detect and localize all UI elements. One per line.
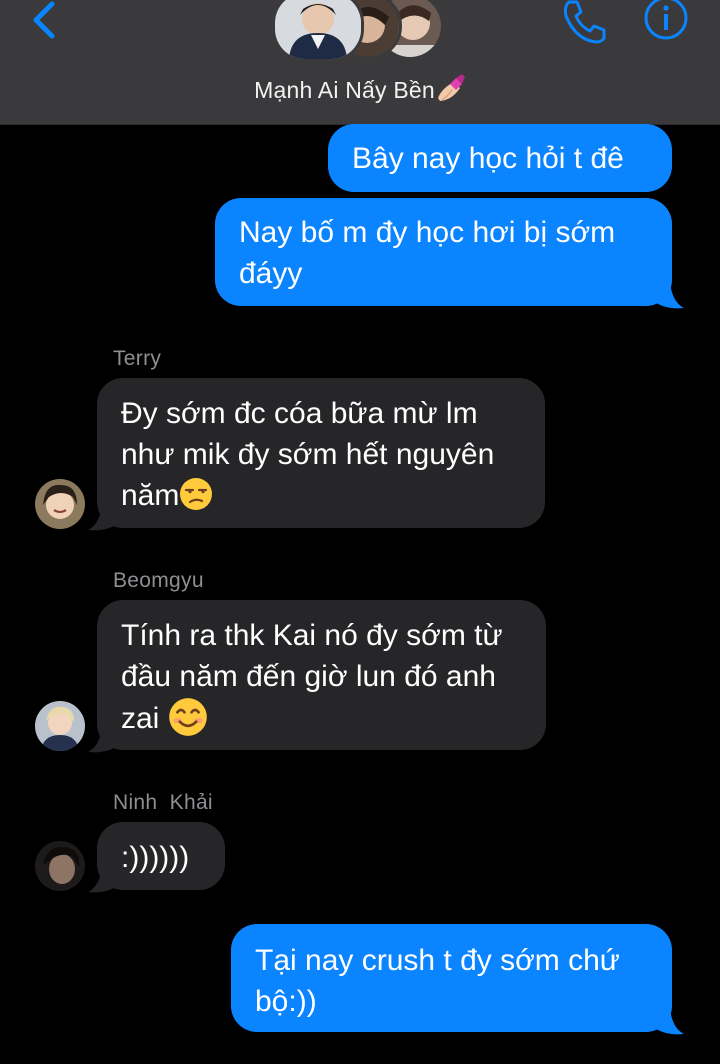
message-text: như mik đy sớm hết nguyên: [121, 438, 495, 471]
bubble-tail: [88, 726, 122, 753]
sender-name: Ninh Khải: [113, 791, 213, 814]
bubble-tail: [650, 1008, 684, 1035]
outgoing-message-bubble[interactable]: Bây nay học hỏi t đê: [328, 124, 672, 192]
avatar[interactable]: [35, 841, 85, 891]
avatar[interactable]: [35, 701, 85, 751]
incoming-message-bubble[interactable]: Đy sớm đc cóa bữa mừ lm như mik đy sớm h…: [97, 378, 545, 528]
sender-name: Terry: [113, 347, 162, 370]
avatar[interactable]: [35, 479, 85, 529]
incoming-message-bubble[interactable]: Tính ra thk Kai nó đy sớm từ đầu năm đến…: [97, 600, 546, 750]
bubble-tail: [88, 866, 122, 893]
message-text: Đy sớm đc cóa bữa mừ lm: [121, 397, 478, 430]
message-text: Bây nay học hỏi t đê: [352, 142, 624, 175]
message-text: bộ:)): [255, 985, 317, 1018]
group-name[interactable]: Mạnh Ai Nấy Bền: [0, 74, 720, 104]
smiling-face-emoji: [168, 698, 207, 736]
message-text: Tại nay crush t đy sớm chứ: [255, 944, 620, 977]
message-text: zai: [121, 702, 168, 735]
call-button[interactable]: [560, 0, 612, 46]
bubble-tail: [650, 282, 684, 309]
group-name-text: Mạnh Ai Nấy Bền: [254, 77, 435, 103]
message-text: Nay bố m đy học hơi bị sớm: [239, 216, 616, 249]
chevron-left-icon: [33, 1, 55, 39]
phone-icon: [563, 0, 606, 44]
group-avatar-stack[interactable]: [272, 0, 452, 62]
message-text: đáyy: [239, 257, 303, 290]
back-button[interactable]: [22, 0, 66, 44]
bubble-tail: [88, 504, 122, 531]
message-text: năm: [121, 479, 180, 512]
sender-name: Beomgyu: [113, 569, 204, 592]
message-text: Tính ra thk Kai nó đy sớm từ: [121, 619, 503, 652]
group-member-avatar: [272, 0, 364, 62]
message-text: đầu năm đến giờ lun đó anh: [121, 660, 496, 693]
nail-polish-emoji: [437, 74, 465, 101]
conversation-header: Mạnh Ai Nấy Bền: [0, 0, 720, 125]
outgoing-message-bubble[interactable]: Nay bố m đy học hơi bị sớm đáyy: [215, 198, 672, 306]
unamused-face-emoji: [180, 478, 213, 510]
message-text: :)))))): [121, 841, 190, 874]
info-icon: [644, 0, 688, 40]
info-button[interactable]: [640, 0, 692, 46]
outgoing-message-bubble[interactable]: Tại nay crush t đy sớm chứ bộ:)): [231, 924, 672, 1032]
